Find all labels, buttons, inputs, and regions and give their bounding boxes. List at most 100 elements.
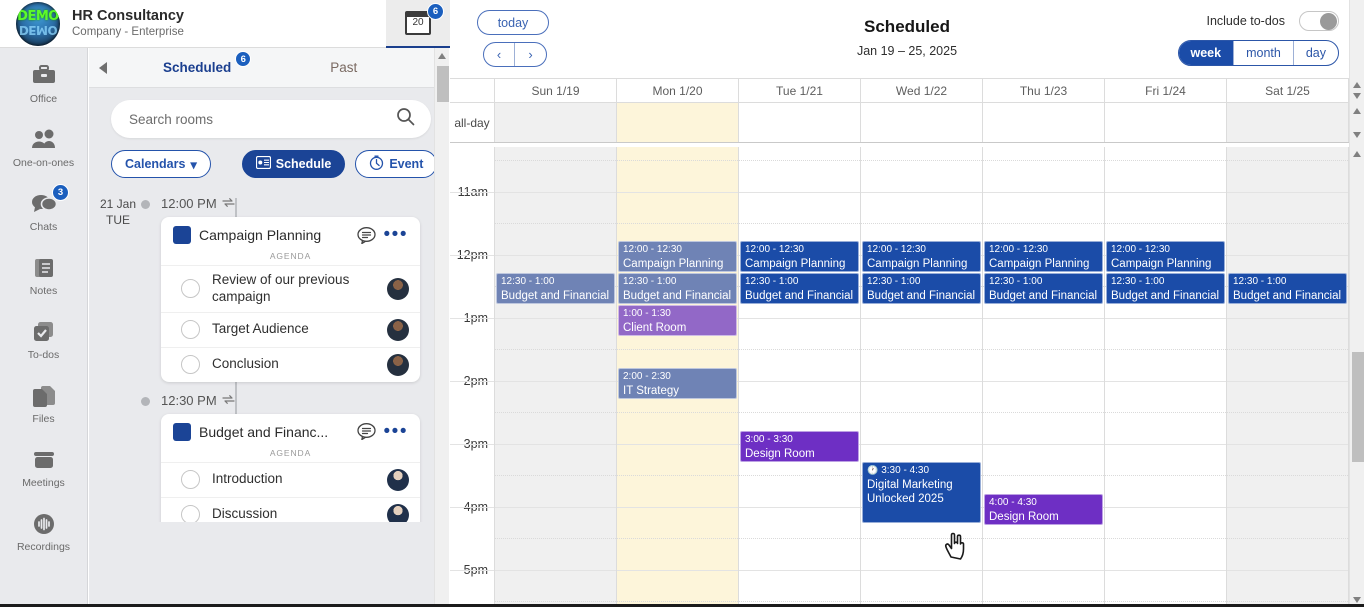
search-wrap — [89, 88, 449, 138]
event-time: 12:30 - 1:00 — [1233, 276, 1287, 287]
calendar-event[interactable]: 12:30 - 1:00 Budget and Financial — [1106, 273, 1225, 304]
calendar-event[interactable]: 12:00 - 12:30 Campaign Planning — [862, 241, 981, 272]
collapse-left-icon[interactable] — [99, 61, 107, 74]
calendar-event[interactable]: 12:30 - 1:00 Budget and Financial — [740, 273, 859, 304]
sidebar-item-files[interactable]: Files — [0, 374, 87, 432]
scroll-down-icon[interactable] — [1353, 132, 1361, 138]
tab-month[interactable]: month — [1234, 41, 1294, 65]
day-column-sat[interactable]: 12:30 - 1:00 Budget and Financial — [1227, 147, 1349, 607]
calendars-dropdown[interactable]: Calendars ▾ — [111, 150, 211, 178]
chat-icon[interactable] — [356, 423, 376, 441]
agenda-item[interactable]: Conclusion — [161, 346, 420, 382]
calendar-event[interactable]: 12:00 - 12:30 Campaign Planning — [1106, 241, 1225, 272]
tab-past[interactable]: Past — [330, 60, 357, 75]
calendar-event[interactable]: 12:00 - 12:30 Campaign Planning — [984, 241, 1103, 272]
sidebar-item-notes[interactable]: Notes — [0, 246, 87, 304]
day-header-fri[interactable]: Fri 1/24 — [1105, 79, 1227, 102]
agenda-checkbox[interactable] — [181, 505, 200, 522]
agenda-item[interactable]: Introduction — [161, 461, 420, 497]
calendar-event[interactable]: 🕐 3:30 - 4:30 Digital Marketing Unlocked … — [862, 462, 981, 523]
allday-scroll-arrows-2[interactable] — [1350, 103, 1364, 143]
calendar-event[interactable]: 12:30 - 1:00 Budget and Financial — [618, 273, 737, 304]
calendar-event[interactable]: 2:00 - 2:30 IT Strategy — [618, 368, 737, 399]
day-column-fri[interactable]: 12:00 - 12:30 Campaign Planning 12:30 - … — [1105, 147, 1227, 607]
calendar-event[interactable]: 1:00 - 1:30 Client Room — [618, 305, 737, 336]
schedule-button[interactable]: Schedule — [241, 150, 346, 178]
sidebar-item-office[interactable]: Office — [0, 54, 87, 112]
calendar-event[interactable]: 12:30 - 1:00 Budget and Financial — [496, 273, 615, 304]
calendar-event[interactable]: 12:30 - 1:00 Budget and Financial — [862, 273, 981, 304]
grid-scroll-track[interactable] — [1350, 147, 1364, 607]
day-header-wed[interactable]: Wed 1/22 — [861, 79, 983, 102]
all-day-cell-sat[interactable] — [1227, 103, 1349, 142]
calendar-event[interactable]: 12:00 - 12:30 Campaign Planning — [740, 241, 859, 272]
all-day-cell-tue[interactable] — [739, 103, 861, 142]
day-column-tue[interactable]: 12:00 - 12:30 Campaign Planning 12:30 - … — [739, 147, 861, 607]
scroll-up-icon[interactable] — [1353, 151, 1361, 157]
calendar-event[interactable]: 4:00 - 4:30 Design Room — [984, 494, 1103, 525]
scroll-down-icon[interactable] — [1353, 597, 1361, 603]
agenda-item[interactable]: Discussion — [161, 496, 420, 522]
agenda-text: Introduction — [212, 471, 283, 487]
more-dots-icon[interactable]: ••• — [384, 225, 408, 244]
scroll-up-icon[interactable] — [438, 53, 446, 59]
chat-icon[interactable] — [356, 226, 376, 244]
agenda-checkbox[interactable] — [181, 470, 200, 490]
more-dots-icon[interactable]: ••• — [384, 422, 408, 441]
agenda-item[interactable]: Target Audience — [161, 311, 420, 347]
calendar-tab-button[interactable]: 20 6 — [386, 0, 450, 48]
sidebar-item-recordings[interactable]: Recordings — [0, 502, 87, 560]
agenda-checkbox[interactable] — [181, 279, 200, 299]
agenda-checkbox[interactable] — [181, 320, 200, 340]
sidebar-item-chats[interactable]: 3 Chats — [0, 182, 87, 240]
calendar-event[interactable]: 3:00 - 3:30 Design Room — [740, 431, 859, 462]
calendar-grid-scroll[interactable]: 11am 12pm 1pm 2pm 3pm 4pm 5pm 12:30 - 1:… — [450, 147, 1349, 607]
day-column-thu[interactable]: 12:00 - 12:30 Campaign Planning 12:30 - … — [983, 147, 1105, 607]
allday-scroll-arrows[interactable] — [1350, 78, 1364, 103]
sidebar-item-todos[interactable]: To-dos — [0, 310, 87, 368]
left-panel-scrollbar[interactable] — [434, 48, 449, 607]
all-day-cell-thu[interactable] — [983, 103, 1105, 142]
day-column-mon[interactable]: 12:00 - 12:30 Campaign Planning 12:30 - … — [617, 147, 739, 607]
agenda-checkbox[interactable] — [181, 355, 200, 375]
hour-gridline — [861, 444, 982, 445]
agenda-item[interactable]: Review of our previous campaign — [161, 265, 420, 312]
day-header-tue[interactable]: Tue 1/21 — [739, 79, 861, 102]
day-header-sun[interactable]: Sun 1/19 — [495, 79, 617, 102]
day-column-wed[interactable]: 12:00 - 12:30 Campaign Planning 12:30 - … — [861, 147, 983, 607]
calendar-event[interactable]: 12:00 - 12:30 Campaign Planning — [618, 241, 737, 272]
scrollbar-thumb[interactable] — [1352, 352, 1364, 462]
tab-day[interactable]: day — [1294, 41, 1338, 65]
tab-scheduled[interactable]: Scheduled 6 — [163, 51, 252, 75]
event-name: Budget and Financial — [623, 289, 732, 302]
scroll-down-icon[interactable] — [1353, 93, 1361, 99]
sidebar-item-meetings[interactable]: Meetings — [0, 438, 87, 496]
event-name: Design Room — [745, 447, 815, 460]
scroll-up-icon[interactable] — [1353, 108, 1361, 114]
day-header-mon[interactable]: Mon 1/20 — [617, 79, 739, 102]
search-icon[interactable] — [396, 107, 415, 131]
sidebar-item-one-on-ones[interactable]: One-on-ones — [0, 118, 87, 176]
calendar-event[interactable]: 12:30 - 1:00 Budget and Financial — [1228, 273, 1347, 304]
hour-gridline — [739, 192, 860, 193]
all-day-cell-mon[interactable] — [617, 103, 739, 142]
include-todos-toggle[interactable] — [1299, 11, 1339, 31]
all-day-cell-wed[interactable] — [861, 103, 983, 142]
event-button[interactable]: Event — [355, 150, 438, 178]
scroll-up-icon[interactable] — [1353, 82, 1361, 88]
search-rooms-box[interactable] — [111, 100, 431, 138]
hour-gridline — [983, 570, 1104, 571]
meeting-card[interactable]: Budget and Financ... ••• AGENDA Introduc… — [161, 413, 420, 522]
meeting-card[interactable]: Campaign Planning ••• AGENDA Review of o… — [161, 217, 420, 382]
day-column-sun[interactable]: 12:30 - 1:00 Budget and Financial — [495, 147, 617, 607]
calendar-scrollbar[interactable] — [1349, 0, 1364, 607]
all-day-cell-sun[interactable] — [495, 103, 617, 142]
day-header-sat[interactable]: Sat 1/25 — [1227, 79, 1349, 102]
tab-week[interactable]: week — [1178, 41, 1235, 65]
all-day-cell-fri[interactable] — [1105, 103, 1227, 142]
calendar-event[interactable]: 12:30 - 1:00 Budget and Financial — [984, 273, 1103, 304]
search-input[interactable] — [127, 110, 396, 128]
scrollbar-thumb[interactable] — [437, 66, 449, 102]
day-header-thu[interactable]: Thu 1/23 — [983, 79, 1105, 102]
event-time: 1:00 - 1:30 — [623, 308, 671, 319]
